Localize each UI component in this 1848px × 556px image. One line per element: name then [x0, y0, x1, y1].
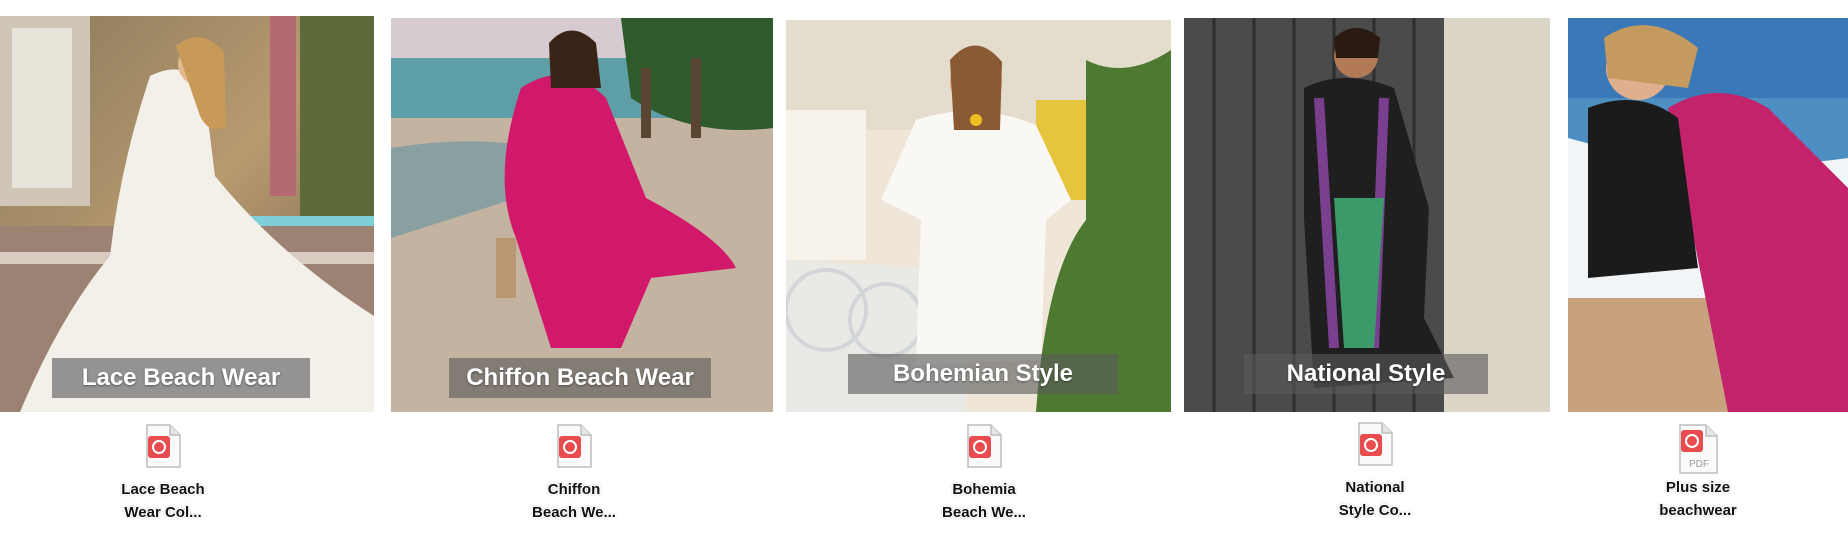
category-card-bohemian[interactable]: Bohemian Style	[786, 20, 1171, 412]
category-caption: Lace Beach Wear	[81, 364, 281, 391]
file-item-chiffon[interactable]: Chiffon Beach We...	[504, 424, 644, 524]
file-name-line2: Beach We...	[532, 504, 616, 521]
category-caption: National Style	[1286, 360, 1446, 387]
category-card-chiffon[interactable]: Chiffon Beach Wear	[391, 18, 773, 412]
file-name-line2: Style Co...	[1338, 502, 1412, 519]
file-name-line1: Bohemia	[952, 481, 1016, 498]
category-card-plus-size[interactable]	[1568, 18, 1848, 412]
pdf-file-icon	[146, 424, 181, 468]
file-name-line2: Beach We...	[942, 504, 1026, 521]
file-name-line1: Chiffon	[547, 481, 601, 498]
lace-beachwear-photo	[0, 16, 374, 412]
category-card-national[interactable]: National Style	[1184, 18, 1550, 412]
file-item-lace[interactable]: Lace Beach Wear Col...	[93, 424, 233, 524]
category-card-lace[interactable]: Lace Beach Wear	[0, 16, 374, 412]
national-style-photo	[1184, 18, 1550, 412]
file-item-plus-size[interactable]: PDF Plus size beachwear	[1628, 424, 1768, 522]
file-item-national[interactable]: National Style Co...	[1305, 422, 1445, 522]
plus-size-beachwear-photo	[1568, 18, 1848, 412]
pdf-file-icon	[557, 424, 592, 468]
category-caption: Chiffon Beach Wear	[466, 364, 694, 391]
file-name-line1: Plus size	[1665, 479, 1731, 496]
file-name-line1: Lace Beach	[121, 481, 205, 498]
pdf-file-icon: PDF	[1679, 424, 1718, 474]
file-name-line2: beachwear	[1659, 502, 1737, 519]
pdf-badge-label: PDF	[1689, 459, 1709, 470]
chiffon-beachwear-photo	[391, 18, 773, 412]
pdf-file-icon	[1358, 422, 1393, 466]
file-name-line1: National	[1345, 479, 1405, 496]
file-name-line2: Wear Col...	[124, 504, 202, 521]
pdf-file-icon	[967, 424, 1002, 468]
category-caption: Bohemian Style	[892, 360, 1074, 387]
file-item-bohemia[interactable]: Bohemia Beach We...	[914, 424, 1054, 524]
